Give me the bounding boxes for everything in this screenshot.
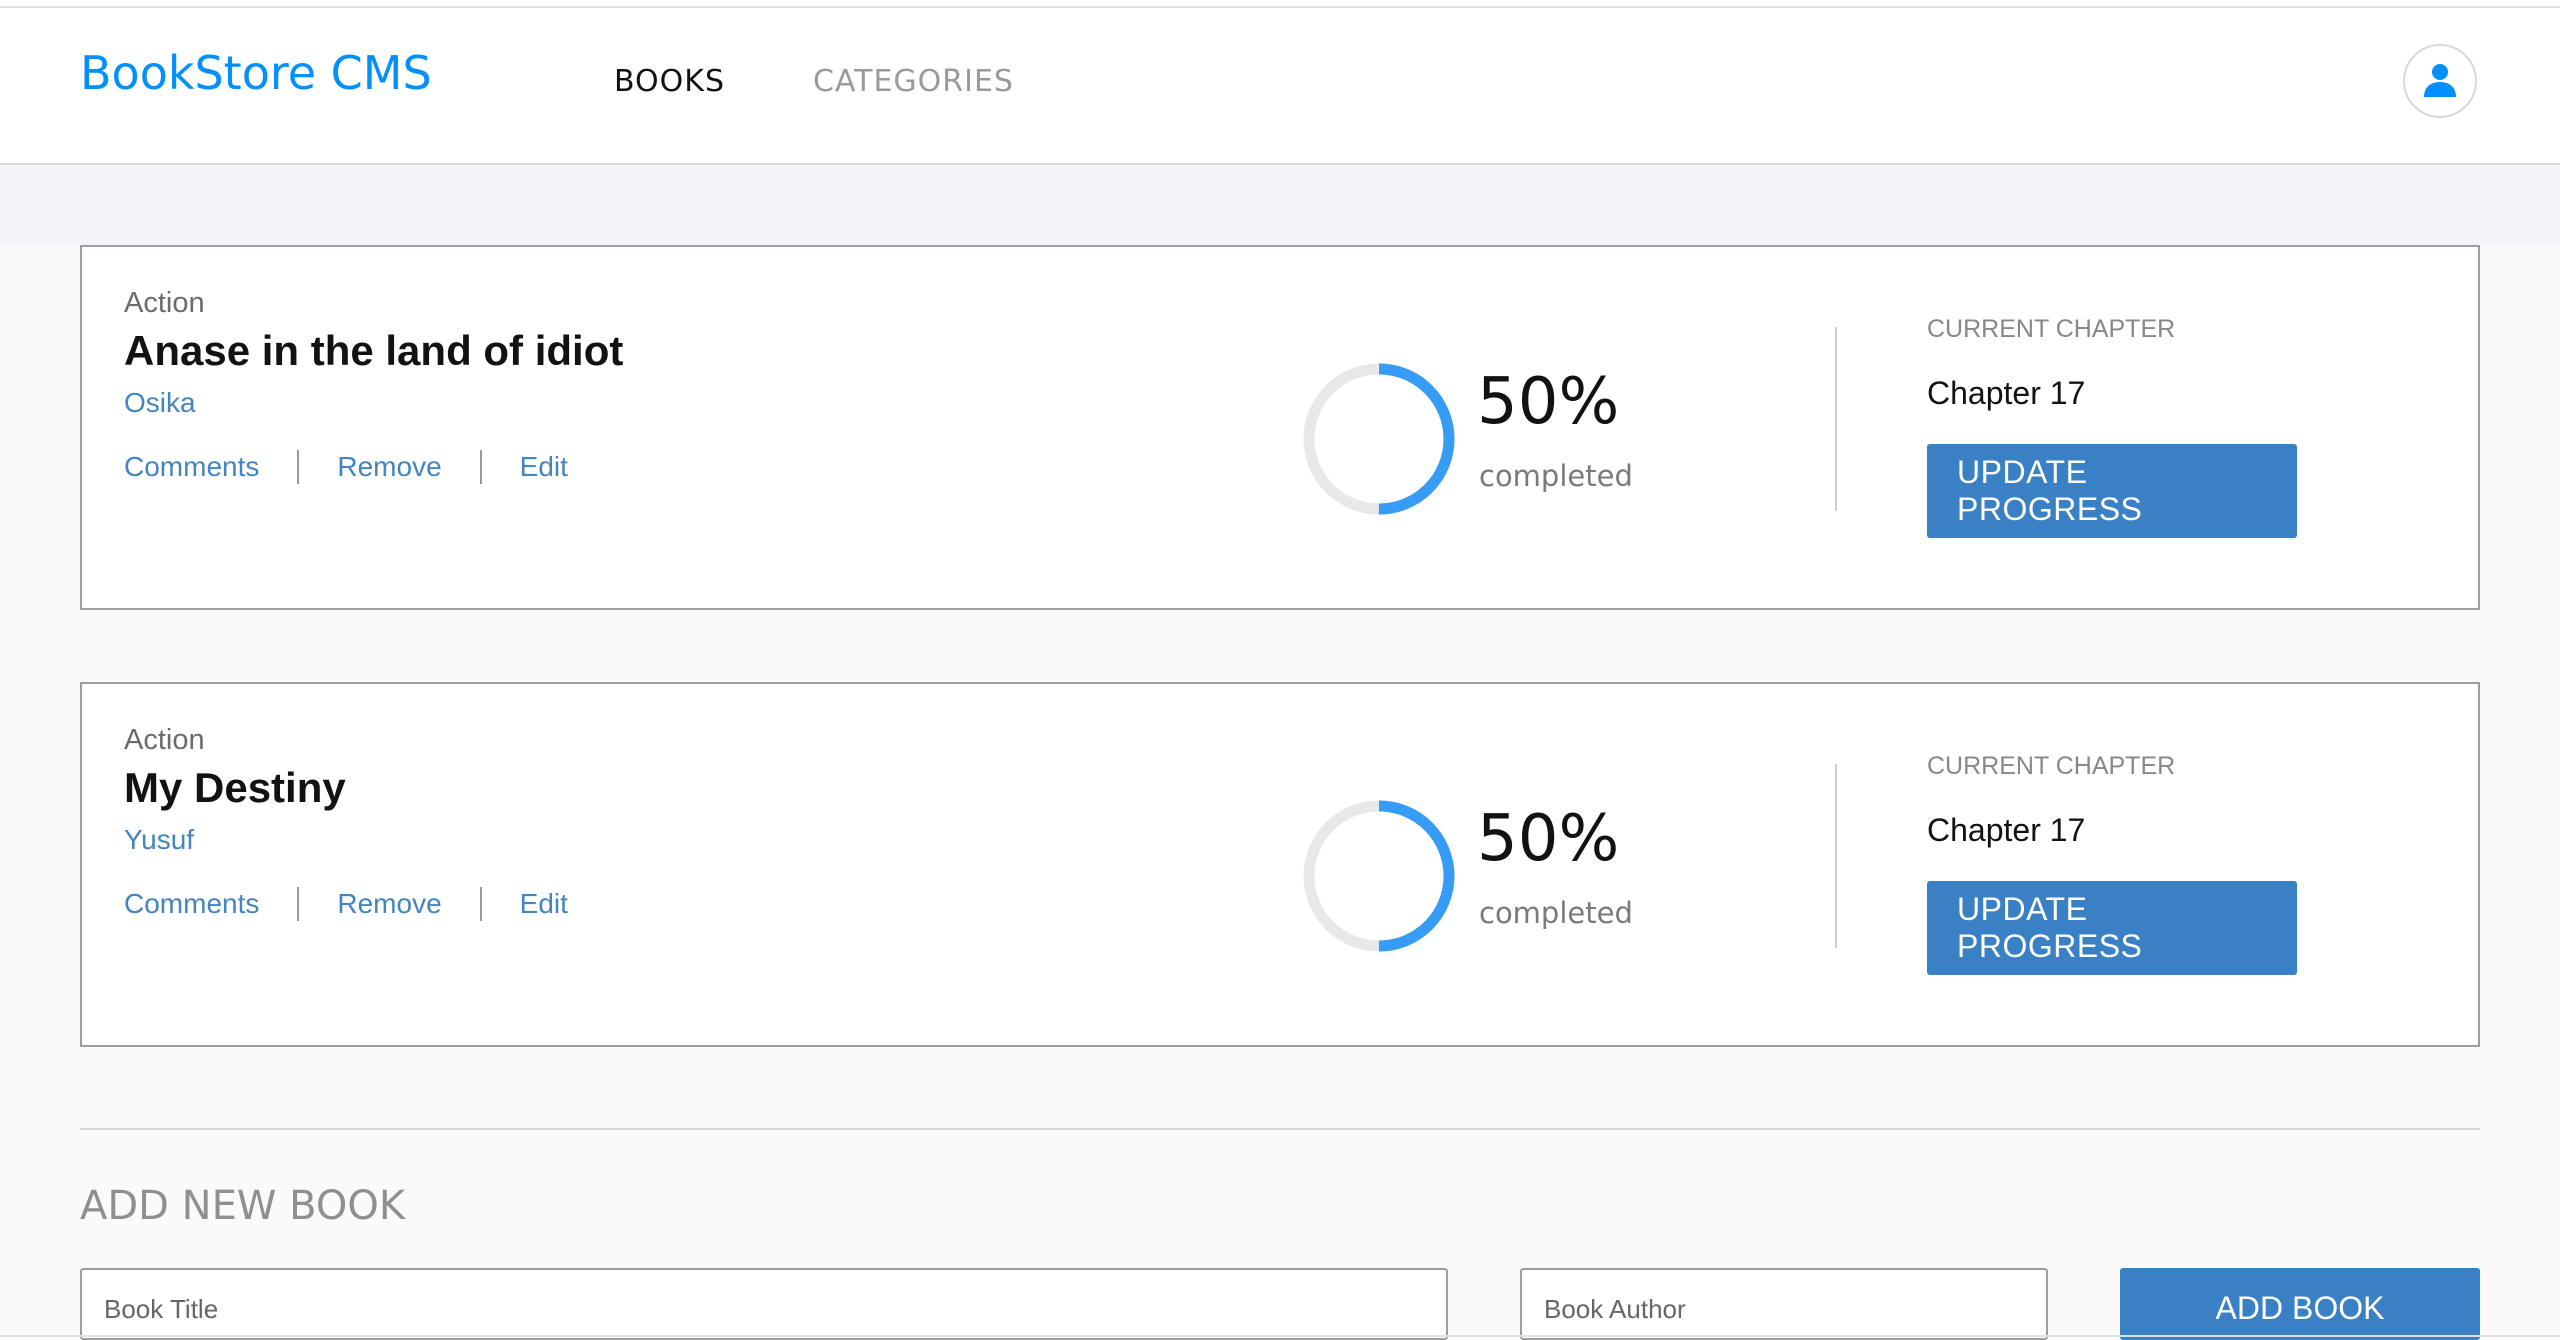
progress-divider — [1835, 327, 1837, 511]
add-book-button[interactable]: ADD BOOK — [2120, 1268, 2480, 1340]
book-genre: Action — [124, 724, 205, 756]
book-card: Action Anase in the land of idiot Osika … — [80, 245, 2480, 610]
progress-completed-label: completed — [1479, 896, 1633, 930]
nav-books-link[interactable]: BOOKS — [614, 64, 725, 99]
edit-button[interactable]: Edit — [520, 451, 568, 483]
book-author-input[interactable] — [1520, 1268, 2048, 1340]
action-separator — [297, 887, 300, 921]
books-page: Action Anase in the land of idiot Osika … — [0, 165, 2560, 1340]
action-separator — [479, 450, 482, 484]
book-author[interactable]: Yusuf — [124, 824, 194, 856]
user-avatar-button[interactable] — [2403, 44, 2477, 118]
progress-divider — [1835, 764, 1837, 948]
book-title: My Destiny — [124, 764, 346, 811]
progress-ring — [1303, 800, 1455, 952]
current-chapter-label: CURRENT CHAPTER — [1927, 315, 2176, 343]
update-progress-button[interactable]: UPDATE PROGRESS — [1927, 444, 2297, 538]
nav-categories-link[interactable]: CATEGORIES — [813, 64, 1014, 99]
current-chapter: Chapter 17 — [1927, 375, 2086, 411]
comments-button[interactable]: Comments — [124, 888, 259, 920]
action-separator — [297, 450, 300, 484]
progress-percent: 50% — [1477, 365, 1620, 439]
book-genre: Action — [124, 287, 205, 319]
book-card: Action My Destiny Yusuf Comments Remove … — [80, 682, 2480, 1047]
book-title: Anase in the land of idiot — [124, 327, 624, 374]
header: BookStore CMS BOOKS CATEGORIES — [0, 8, 2560, 165]
action-separator — [479, 887, 482, 921]
user-icon — [2424, 64, 2456, 97]
book-actions: Comments Remove Edit — [124, 884, 568, 924]
bottom-rule — [0, 1335, 2560, 1337]
top-band — [0, 165, 2560, 245]
remove-button[interactable]: Remove — [337, 451, 441, 483]
comments-button[interactable]: Comments — [124, 451, 259, 483]
edit-button[interactable]: Edit — [520, 888, 568, 920]
current-chapter: Chapter 17 — [1927, 812, 2086, 848]
book-actions: Comments Remove Edit — [124, 447, 568, 487]
progress-completed-label: completed — [1479, 459, 1633, 493]
app-logo[interactable]: BookStore CMS — [80, 46, 432, 100]
add-book-heading: ADD NEW BOOK — [80, 1183, 406, 1229]
remove-button[interactable]: Remove — [337, 888, 441, 920]
progress-percent: 50% — [1477, 802, 1620, 876]
current-chapter-label: CURRENT CHAPTER — [1927, 752, 2176, 780]
update-progress-button[interactable]: UPDATE PROGRESS — [1927, 881, 2297, 975]
progress-ring — [1303, 363, 1455, 515]
book-author[interactable]: Osika — [124, 387, 196, 419]
section-divider — [80, 1128, 2480, 1130]
book-title-input[interactable] — [80, 1268, 1448, 1340]
